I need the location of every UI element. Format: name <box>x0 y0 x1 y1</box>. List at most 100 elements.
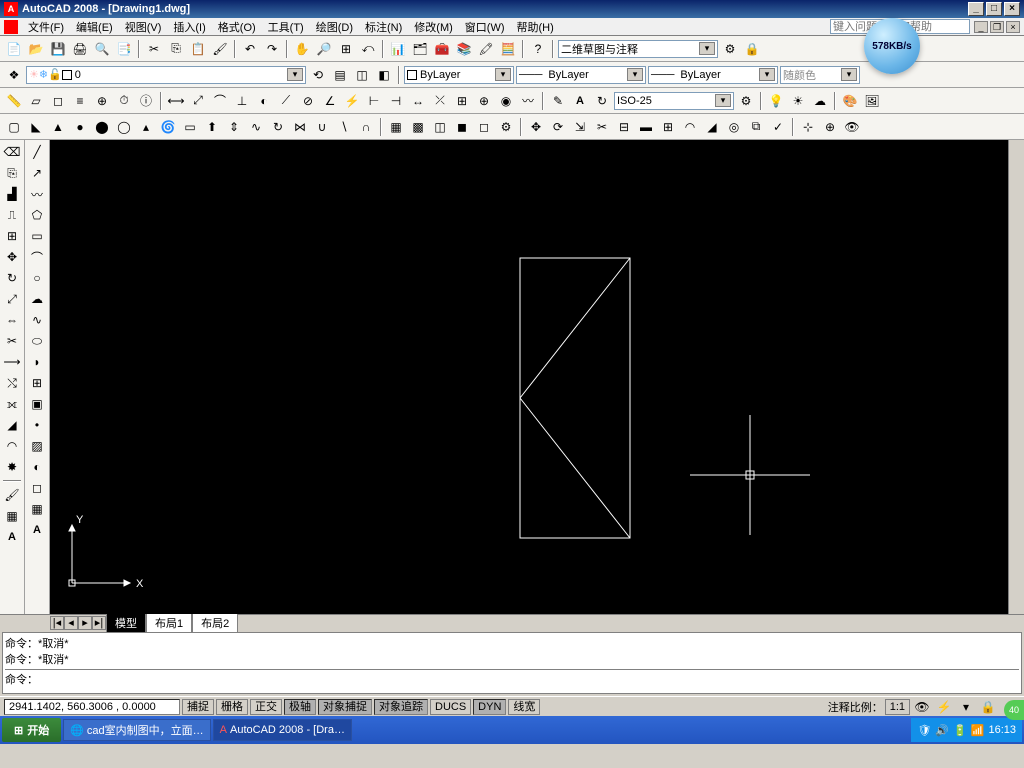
chamfer3d-icon[interactable]: ◢ <box>702 117 722 137</box>
sweep-icon[interactable]: ∿ <box>246 117 266 137</box>
tab-layout2[interactable]: 布局2 <box>192 613 238 633</box>
tab-layout1[interactable]: 布局1 <box>146 613 192 633</box>
menu-help[interactable]: 帮助(H) <box>511 19 560 35</box>
table2-icon[interactable]: ▦ <box>27 499 47 519</box>
dimbreak-icon[interactable]: ⤫ <box>430 91 450 111</box>
paste-icon[interactable]: 📋 <box>188 39 208 59</box>
sphere-icon[interactable]: ● <box>70 117 90 137</box>
cylinder-icon[interactable]: ⬤ <box>92 117 112 137</box>
menu-view[interactable]: 视图(V) <box>119 19 168 35</box>
union-icon[interactable]: ∪ <box>312 117 332 137</box>
dimbase-icon[interactable]: ⊢ <box>364 91 384 111</box>
diminspect-icon[interactable]: ◉ <box>496 91 516 111</box>
centermark-icon[interactable]: ⊕ <box>474 91 494 111</box>
sky-icon[interactable]: ☁ <box>810 91 830 111</box>
tray-icon[interactable]: 🛡 <box>917 724 931 737</box>
scrollbar-vertical[interactable] <box>1008 140 1024 614</box>
gradient-icon[interactable]: ◐ <box>27 457 47 477</box>
menu-draw[interactable]: 绘图(D) <box>310 19 359 35</box>
cone-icon[interactable]: ▲ <box>48 117 68 137</box>
id-icon[interactable]: ⊕ <box>92 91 112 111</box>
point-icon[interactable]: • <box>27 415 47 435</box>
wedge-icon[interactable]: ◣ <box>26 117 46 137</box>
check-icon[interactable]: ✓ <box>768 117 788 137</box>
paint-icon[interactable]: 🖌 <box>2 485 22 505</box>
ucs-icon[interactable]: ⊹ <box>798 117 818 137</box>
mdi-minimize-button[interactable]: _ <box>974 21 988 33</box>
section-icon[interactable]: ⊟ <box>614 117 634 137</box>
close-button[interactable]: × <box>1004 2 1020 16</box>
publish-icon[interactable]: 📑 <box>114 39 134 59</box>
open-icon[interactable]: 📂 <box>26 39 46 59</box>
dimstyle-icon[interactable]: ⚙ <box>736 91 756 111</box>
vsreal-icon[interactable]: ◼ <box>452 117 472 137</box>
status-ortho[interactable]: 正交 <box>250 699 282 715</box>
coord-display[interactable]: 2941.1402, 560.3006 , 0.0000 <box>4 699 180 715</box>
workspace-settings-icon[interactable]: ⚙ <box>720 39 740 59</box>
start-button[interactable]: ⊞ 开始 <box>2 718 61 742</box>
3dmove-icon[interactable]: ✥ <box>526 117 546 137</box>
annot-vis-icon[interactable]: 👁 <box>912 697 932 717</box>
properties-icon[interactable]: 📊 <box>388 39 408 59</box>
thicken-icon[interactable]: ▬ <box>636 117 656 137</box>
revolve-icon[interactable]: ↻ <box>268 117 288 137</box>
extrude-icon[interactable]: ⬆ <box>202 117 222 137</box>
lock-icon[interactable]: 🔒 <box>742 39 762 59</box>
imprint-icon[interactable]: ⊞ <box>658 117 678 137</box>
tab-first-button[interactable]: |◂ <box>50 616 64 630</box>
3dalign-icon[interactable]: ⇲ <box>570 117 590 137</box>
torus-icon[interactable]: ◯ <box>114 117 134 137</box>
move-icon[interactable]: ✥ <box>2 247 22 267</box>
dimord-icon[interactable]: ⊥ <box>232 91 252 111</box>
maximize-button[interactable]: □ <box>986 2 1002 16</box>
status-icon[interactable]: ⓘ <box>136 91 156 111</box>
lineweight-combo[interactable]: ───ByLayer <box>648 66 778 84</box>
match-icon[interactable]: 🖌 <box>210 39 230 59</box>
helix-icon[interactable]: 🌀 <box>158 117 178 137</box>
cut-icon[interactable]: ✂ <box>144 39 164 59</box>
menu-tools[interactable]: 工具(T) <box>262 19 310 35</box>
menu-insert[interactable]: 插入(I) <box>167 19 211 35</box>
clock[interactable]: 16:13 <box>988 724 1016 736</box>
dimarc-icon[interactable]: ⌒ <box>210 91 230 111</box>
mdi-restore-button[interactable]: ❐ <box>990 21 1004 33</box>
offset-icon[interactable]: ⎍ <box>2 205 22 225</box>
status-lock-icon[interactable]: 🔒 <box>978 697 998 717</box>
sun-icon[interactable]: ☀ <box>788 91 808 111</box>
vshid-icon[interactable]: ◫ <box>430 117 450 137</box>
annot-auto-icon[interactable]: ⚡ <box>934 697 954 717</box>
intersect-icon[interactable]: ∩ <box>356 117 376 137</box>
explode-icon[interactable]: ✸ <box>2 457 22 477</box>
pan-icon[interactable]: ✋ <box>292 39 312 59</box>
circle-icon[interactable]: ○ <box>27 268 47 288</box>
dimjogline-icon[interactable]: 〰 <box>518 91 538 111</box>
status-osnap[interactable]: 对象捕捉 <box>318 699 372 715</box>
insert-icon[interactable]: ⊞ <box>27 373 47 393</box>
rotate-icon[interactable]: ↻ <box>2 268 22 288</box>
light-icon[interactable]: 💡 <box>766 91 786 111</box>
tolerance-icon[interactable]: ⊞ <box>452 91 472 111</box>
tab-prev-button[interactable]: ◂ <box>64 616 78 630</box>
dimang-icon[interactable]: ∠ <box>320 91 340 111</box>
dist-icon[interactable]: 📏 <box>4 91 24 111</box>
view-icon[interactable]: 👁 <box>842 117 862 137</box>
list-icon[interactable]: ≡ <box>70 91 90 111</box>
status-polar[interactable]: 极轴 <box>284 699 316 715</box>
new-icon[interactable]: 📄 <box>4 39 24 59</box>
renderwin-icon[interactable]: 🖼 <box>862 91 882 111</box>
break-icon[interactable]: ⤭ <box>2 373 22 393</box>
taskbar-item[interactable]: 🌐cad室内制图中，立面… <box>63 719 210 741</box>
dimrad-icon[interactable]: ◐ <box>254 91 274 111</box>
revcloud-icon[interactable]: ☁ <box>27 289 47 309</box>
calc-icon[interactable]: 🧮 <box>498 39 518 59</box>
dimqck-icon[interactable]: ⚡ <box>342 91 362 111</box>
designcenter-icon[interactable]: 🗂 <box>410 39 430 59</box>
arc-icon[interactable]: ⌒ <box>27 247 47 267</box>
subtract-icon[interactable]: ∖ <box>334 117 354 137</box>
dimcont-icon[interactable]: ⊣ <box>386 91 406 111</box>
loft-icon[interactable]: ⋈ <box>290 117 310 137</box>
fillet3d-icon[interactable]: ◠ <box>680 117 700 137</box>
menu-file[interactable]: 文件(F) <box>22 19 70 35</box>
tab-model[interactable]: 模型 <box>106 613 146 633</box>
vs2d-icon[interactable]: ▦ <box>386 117 406 137</box>
